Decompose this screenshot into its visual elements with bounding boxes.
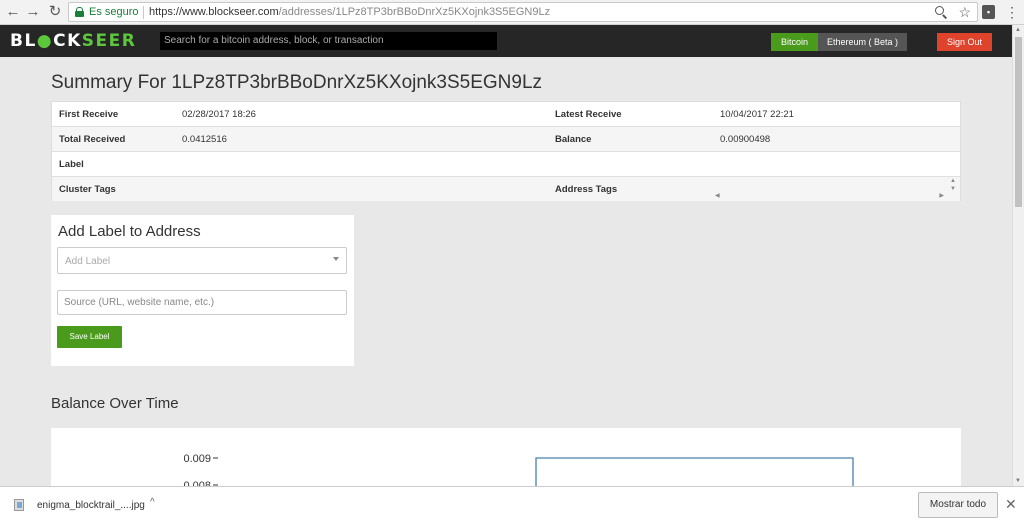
address-tags-scroll-area[interactable]: ◀ ▶ ▲ ▼ [712,177,958,201]
lock-icon [75,7,84,17]
latest-receive-label: Latest Receive [555,109,622,120]
table-row: Label [52,151,960,176]
downloads-bar: enigma_blocktrail_....jpg ^ Mostrar todo… [0,486,1024,523]
reload-icon[interactable]: ↻ [46,3,64,21]
summary-table: First Receive 02/28/2017 18:26 Latest Re… [51,101,961,201]
site-navbar: BL●CKSEER Search for a bitcoin address, … [0,25,1012,57]
page-title: Summary For 1LPz8TP3brBBoDnrXz5KXojnk3S5… [51,72,543,93]
back-arrow-icon[interactable]: ← [4,3,22,21]
first-receive-label: First Receive [59,109,119,120]
url-text[interactable]: https://www.blockseer.com/addresses/1LPz… [149,6,550,18]
scroll-up-icon[interactable]: ▲ [1015,27,1021,33]
add-label-heading: Add Label to Address [58,223,201,240]
first-receive-value: 02/28/2017 18:26 [182,109,256,120]
balance-over-time-heading: Balance Over Time [51,395,179,412]
scroll-right-icon[interactable]: ▶ [939,192,944,199]
table-row: First Receive 02/28/2017 18:26 Latest Re… [52,102,960,127]
scroll-down-icon[interactable]: ▼ [950,186,956,192]
logo-text-part: SEER [81,31,137,51]
search-input[interactable]: Search for a bitcoin address, block, or … [160,32,497,50]
chevron-up-icon[interactable]: ^ [150,497,155,508]
scroll-left-icon[interactable]: ◀ [715,192,720,199]
label-select-placeholder: Add Label [65,256,111,267]
logo-text-part: CK [53,31,82,51]
address-bar[interactable]: Es seguro https://www.blockseer.com/addr… [68,2,978,22]
balance-series-line [535,457,854,488]
url-path: /addresses/1LPz8TP3brBBoDnrXz5KXojnk3S5E… [278,6,551,18]
total-received-value: 0.0412516 [182,134,227,145]
cluster-tags-label: Cluster Tags [59,184,116,195]
sign-out-button[interactable]: Sign Out [937,33,992,51]
table-row: Cluster Tags Address Tags ◀ ▶ ▲ ▼ [52,176,960,201]
url-base: https://www.blockseer.com [149,6,279,18]
bookmark-star-icon[interactable]: ☆ [958,4,971,21]
scroll-up-icon[interactable]: ▲ [950,178,956,184]
address-tags-label: Address Tags [555,184,618,195]
add-label-panel: Add Label to Address Add Label Save Labe… [51,215,354,366]
logo-text-part: BL [10,31,37,51]
ethereum-tab[interactable]: Ethereum ( Beta ) [818,33,907,51]
latest-receive-value: 10/04/2017 22:21 [720,109,794,120]
total-received-label: Total Received [59,134,126,145]
save-label-button[interactable]: Save Label [57,326,122,348]
bitcoin-tab[interactable]: Bitcoin [771,33,818,51]
image-file-icon [14,499,24,511]
label-select[interactable]: Add Label [57,247,347,274]
y-tick-label: 0.009 [183,453,211,465]
zoom-icon[interactable] [935,6,947,18]
browser-menu-icon[interactable]: ⋮ [1005,3,1019,21]
blockseer-logo[interactable]: BL●CKSEER [10,31,136,51]
label-label: Label [59,159,84,170]
show-all-button[interactable]: Mostrar todo [918,492,998,518]
chevron-down-icon [333,257,339,261]
source-input[interactable] [57,290,347,315]
download-filename[interactable]: enigma_blocktrail_....jpg [37,500,145,511]
secure-label: Es seguro [89,6,139,18]
browser-toolbar: ← → ↻ Es seguro https://www.blockseer.co… [0,0,1024,25]
balance-value: 0.00900498 [720,134,771,145]
scroll-down-icon[interactable]: ▼ [1015,478,1021,484]
table-row: Total Received 0.0412516 Balance 0.00900… [52,126,960,151]
forward-arrow-icon[interactable]: → [24,3,42,21]
page-scrollbar[interactable]: ▲ ▼ [1012,25,1024,486]
balance-label: Balance [555,134,592,145]
divider [143,6,144,19]
balance-chart: 0.009 0.008 [51,428,961,488]
scrollbar-thumb[interactable] [1015,37,1022,207]
extension-icon[interactable]: ▪ [982,5,995,19]
logo-bitcoin-o-icon: ● [36,31,54,51]
chart-canvas: 0.0090.008 [183,453,854,488]
close-icon[interactable]: ✕ [1005,496,1017,513]
